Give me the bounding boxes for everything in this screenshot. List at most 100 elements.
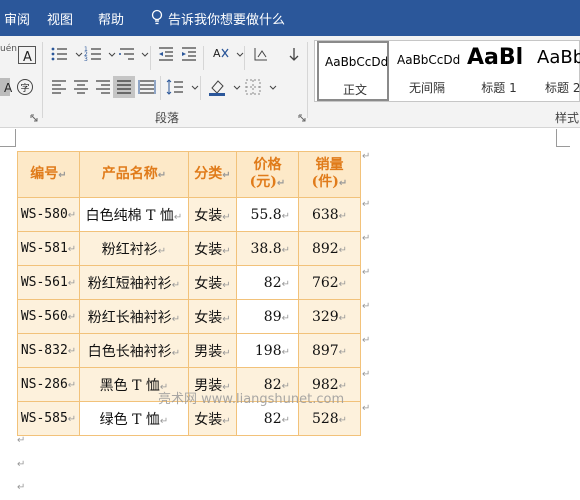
row-end-mark: ↵	[362, 335, 371, 346]
header-id[interactable]: 编号↵	[17, 151, 80, 198]
paragraph-group-label: 段落	[155, 111, 180, 125]
chevron-down-icon[interactable]	[231, 45, 244, 63]
product-id-cell[interactable]: WS-585↵	[17, 401, 80, 436]
header-category[interactable]: 分类↵	[188, 151, 237, 198]
menu-view[interactable]: 视图	[47, 9, 73, 28]
header-name[interactable]: 产品名称↵	[79, 151, 189, 198]
tell-me-search[interactable]: 告诉我你想要做什么	[168, 9, 285, 28]
phonetic-guide-label[interactable]: uén	[0, 44, 17, 54]
sales-cell[interactable]: 762↵	[298, 265, 361, 300]
watermark-text: 亮术网 www.liangshunet.com	[158, 392, 345, 407]
page-top	[0, 129, 580, 149]
char-border-icon[interactable]: A	[18, 46, 36, 65]
align-left-icon[interactable]	[50, 78, 68, 96]
svg-text:A: A	[4, 81, 13, 95]
row-end-mark: ↵	[362, 233, 371, 244]
product-name-cell[interactable]: 白色长袖衬衫↵	[79, 333, 189, 368]
margin-corner-left	[0, 129, 16, 147]
justify-icon[interactable]	[113, 76, 135, 98]
style-heading-2[interactable]: AaBb 标题 2	[535, 41, 580, 101]
header-price[interactable]: 价格(元)↵	[236, 151, 299, 198]
product-id-cell[interactable]: NS-286↵	[17, 367, 80, 402]
product-id-cell[interactable]: WS-561↵	[17, 265, 80, 300]
multilevel-list-icon[interactable]	[118, 45, 136, 63]
bullets-icon[interactable]	[50, 45, 68, 63]
product-id-cell[interactable]: NS-832↵	[17, 333, 80, 368]
product-id-cell[interactable]: WS-581↵	[17, 231, 80, 266]
align-center-icon[interactable]	[72, 78, 90, 96]
row-end-mark: ↵	[362, 199, 371, 210]
decrease-indent-icon[interactable]	[157, 45, 175, 63]
sales-cell[interactable]: 638↵	[298, 197, 361, 232]
style-normal[interactable]: AaBbCcDd 正文	[317, 41, 389, 101]
product-name-cell[interactable]: 白色纯棉 T 恤↵	[79, 197, 189, 232]
category-cell[interactable]: 女装↵	[188, 197, 237, 232]
styles-gallery: AaBbCcDd 正文 AaBbCcDd 无间隔 AaBl 标题 1 AaBb …	[314, 40, 580, 102]
enclose-char-icon[interactable]: 字	[16, 78, 34, 96]
line-spacing-icon[interactable]	[166, 78, 184, 96]
distributed-icon[interactable]	[138, 78, 156, 96]
style-heading-1[interactable]: AaBl 标题 1	[463, 41, 535, 101]
chevron-down-icon[interactable]	[103, 45, 116, 63]
text-direction-icon[interactable]: A	[212, 45, 230, 63]
table-row: WS-560↵ 粉红长袖衬衫↵ 女装↵ 89↵ 329↵	[17, 299, 361, 334]
category-cell[interactable]: 女装↵	[188, 299, 237, 334]
row-end-mark: ↵	[362, 403, 371, 414]
table-row: WS-580↵ 白色纯棉 T 恤↵ 女装↵ 55.8↵ 638↵	[17, 197, 361, 232]
paragraph-mark: ↵	[17, 459, 26, 470]
chevron-down-icon[interactable]	[136, 45, 149, 63]
paragraph-dialog-launcher-icon[interactable]	[298, 114, 306, 122]
borders-icon[interactable]	[244, 78, 262, 96]
category-cell[interactable]: 女装↵	[188, 265, 237, 300]
sales-cell[interactable]: 892↵	[298, 231, 361, 266]
numbering-icon[interactable]: 123	[84, 45, 102, 63]
increase-indent-icon[interactable]	[180, 45, 198, 63]
svg-text:3: 3	[84, 56, 88, 63]
category-cell[interactable]: 女装↵	[188, 231, 237, 266]
menu-review[interactable]: 审阅	[4, 9, 30, 28]
row-end-mark: ↵	[362, 267, 371, 278]
shading-icon[interactable]	[208, 78, 226, 96]
price-cell[interactable]: 55.8↵	[236, 197, 299, 232]
sort-icon[interactable]	[285, 45, 303, 63]
product-id-cell[interactable]: WS-580↵	[17, 197, 80, 232]
document-body[interactable]: 编号↵ 产品名称↵ 分类↵ 价格(元)↵ 销量(件)↵ WS-580↵ 白色纯棉 …	[0, 149, 580, 500]
table-row: WS-561↵ 粉红短袖衬衫↵ 女装↵ 82↵ 762↵	[17, 265, 361, 300]
svg-text:字: 字	[21, 82, 30, 94]
table-row: NS-832↵ 白色长袖衬衫↵ 男装↵ 198↵ 897↵	[17, 333, 361, 368]
paragraph-mark: ↵	[17, 482, 26, 493]
price-cell[interactable]: 89↵	[236, 299, 299, 334]
category-cell[interactable]: 男装↵	[188, 333, 237, 368]
styles-group-label: 样式	[555, 111, 580, 125]
price-cell[interactable]: 82↵	[236, 265, 299, 300]
sales-cell[interactable]: 897↵	[298, 333, 361, 368]
table-row: WS-581↵ 粉红衬衫↵ 女装↵ 38.8↵ 892↵	[17, 231, 361, 266]
row-end-mark: ↵	[362, 151, 371, 162]
svg-text:A: A	[213, 47, 221, 60]
paragraph-mark: ↵	[17, 435, 26, 446]
price-cell[interactable]: 38.8↵	[236, 231, 299, 266]
align-right-icon[interactable]	[94, 78, 112, 96]
chevron-down-icon[interactable]	[70, 45, 83, 63]
chinese-layout-icon[interactable]	[252, 45, 270, 63]
lightbulb-icon	[151, 9, 163, 25]
chevron-down-icon[interactable]	[186, 78, 199, 96]
font-dialog-launcher-icon[interactable]	[30, 114, 38, 122]
menu-help[interactable]: 帮助	[98, 9, 124, 28]
sales-cell[interactable]: 329↵	[298, 299, 361, 334]
row-end-mark: ↵	[362, 369, 371, 380]
row-end-mark: ↵	[362, 301, 371, 312]
product-id-cell[interactable]: WS-560↵	[17, 299, 80, 334]
char-shading-icon[interactable]: A	[0, 78, 13, 96]
style-no-spacing[interactable]: AaBbCcDd 无间隔	[391, 41, 463, 101]
product-name-cell[interactable]: 粉红长袖衬衫↵	[79, 299, 189, 334]
svg-text:A: A	[23, 50, 32, 65]
price-cell[interactable]: 198↵	[236, 333, 299, 368]
product-name-cell[interactable]: 粉红衬衫↵	[79, 231, 189, 266]
product-name-cell[interactable]: 粉红短袖衬衫↵	[79, 265, 189, 300]
chevron-down-icon[interactable]	[228, 78, 241, 96]
chevron-down-icon[interactable]	[264, 78, 277, 96]
header-sales[interactable]: 销量(件)↵	[298, 151, 361, 198]
margin-corner-right	[556, 129, 570, 147]
menu-bar: 审阅 视图 帮助 告诉我你想要做什么	[0, 0, 580, 36]
